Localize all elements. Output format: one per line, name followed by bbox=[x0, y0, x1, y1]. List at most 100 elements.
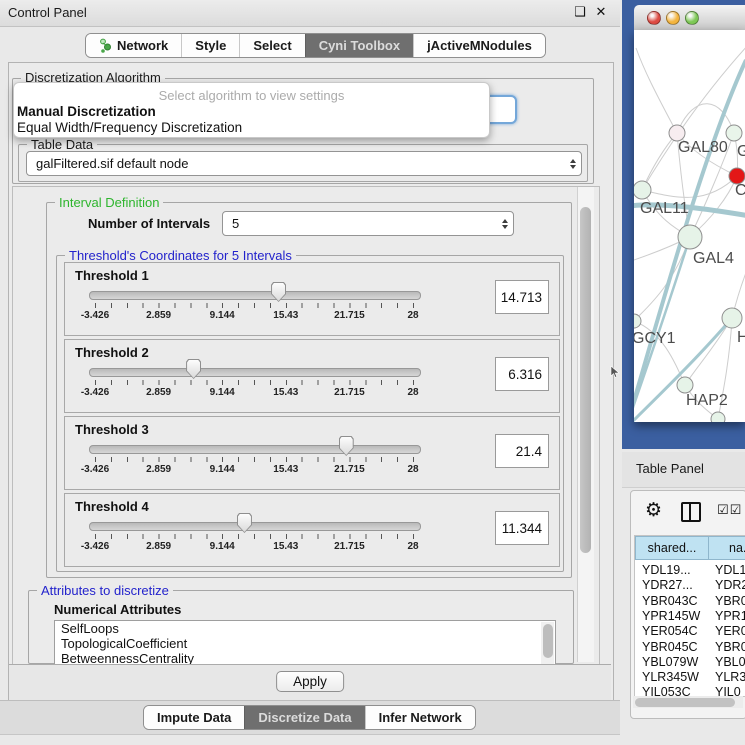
table-row[interactable]: YBL079WYBL0 bbox=[635, 655, 745, 670]
threshold-panel: Threshold 1-3.4262.8599.14415.4321.71528… bbox=[64, 262, 560, 336]
algorithm-dropdown-popup: Select algorithm to view settings Manual… bbox=[13, 82, 490, 138]
tick-label: 9.144 bbox=[210, 387, 235, 398]
threshold-value-field[interactable]: 11.344 bbox=[495, 511, 549, 545]
table-row[interactable]: YBR045CYBR0 bbox=[635, 640, 745, 655]
tick-label: -3.426 bbox=[81, 464, 109, 475]
apply-bar: Apply bbox=[9, 664, 611, 700]
table-row[interactable]: YBR043CYBR0 bbox=[635, 594, 745, 609]
attribute-list-item[interactable]: TopologicalCoefficient bbox=[55, 636, 555, 651]
tab-label: Cyni Toolbox bbox=[319, 38, 400, 53]
network-node[interactable] bbox=[677, 377, 693, 393]
threshold-panel: Threshold 4-3.4262.8599.14415.4321.71528… bbox=[64, 493, 560, 567]
table-row[interactable]: YDR27...YDR2 bbox=[635, 578, 745, 593]
network-node-label: GCY1 bbox=[634, 330, 676, 347]
settings-vertical-scrollbar[interactable] bbox=[577, 187, 594, 662]
numerical-attributes-label: Numerical Attributes bbox=[54, 602, 181, 617]
network-edge bbox=[642, 176, 737, 197]
network-node-label: C bbox=[735, 182, 745, 199]
bottom-tab-discretize-data[interactable]: Discretize Data bbox=[244, 706, 364, 729]
slider-track[interactable] bbox=[89, 445, 421, 454]
column-header-shared-name[interactable]: shared... bbox=[635, 536, 709, 560]
threshold-panel: Threshold 3-3.4262.8599.14415.4321.71528… bbox=[64, 416, 560, 490]
tick-label: -3.426 bbox=[81, 310, 109, 321]
float-window-icon[interactable]: ❑ bbox=[572, 4, 588, 20]
network-node-label: GA bbox=[737, 143, 745, 160]
bottom-bar: Impute DataDiscretize DataInfer Network bbox=[0, 700, 620, 745]
tab-jactivemnodules[interactable]: jActiveMNodules bbox=[413, 34, 545, 57]
table-row[interactable]: YDL19...YDL1 bbox=[635, 563, 745, 578]
bottom-tab-infer-network[interactable]: Infer Network bbox=[365, 706, 475, 729]
tick-label: 9.144 bbox=[210, 464, 235, 475]
table-row[interactable]: YPR145WYPR1 bbox=[635, 609, 745, 624]
zoom-traffic-light-icon[interactable] bbox=[685, 11, 699, 25]
tick-label: -3.426 bbox=[81, 541, 109, 552]
table-horizontal-scrollbar[interactable] bbox=[633, 696, 743, 708]
cell-name: YER0 bbox=[715, 624, 745, 638]
network-node[interactable] bbox=[722, 308, 742, 328]
columns-icon[interactable] bbox=[681, 502, 701, 522]
column-header-name[interactable]: na... bbox=[708, 536, 745, 560]
threshold-label: Threshold 4 bbox=[75, 499, 149, 514]
interval-definition-title: Interval Definition bbox=[55, 195, 163, 210]
threshold-value-field[interactable]: 21.4 bbox=[495, 434, 549, 468]
attributes-list-scrollbar[interactable] bbox=[541, 622, 554, 664]
cell-name: YDL1 bbox=[715, 563, 745, 577]
node-table[interactable]: shared...na...YDL19...YDL1YDR27...YDR2YB… bbox=[634, 535, 745, 697]
slider-track[interactable] bbox=[89, 368, 421, 377]
close-traffic-light-icon[interactable] bbox=[647, 11, 661, 25]
slider-track[interactable] bbox=[89, 291, 421, 300]
network-view[interactable]: GAL80GACGAL11GAL4GCY1HHAP2 bbox=[634, 30, 745, 422]
tick-label: 15.43 bbox=[273, 464, 298, 475]
table-panel-title: Table Panel bbox=[636, 461, 704, 476]
tick-label: 21.715 bbox=[334, 310, 365, 321]
number-of-intervals-combobox[interactable]: 5 bbox=[222, 211, 514, 236]
gear-icon[interactable]: ⚙ bbox=[645, 499, 662, 522]
network-edge bbox=[636, 48, 677, 133]
tick-label: 28 bbox=[407, 541, 418, 552]
tab-select[interactable]: Select bbox=[239, 34, 304, 57]
network-window-titlebar[interactable] bbox=[634, 5, 745, 31]
select-columns-checkbox-icon[interactable]: ☑☑ bbox=[717, 502, 742, 518]
network-node[interactable] bbox=[634, 314, 641, 328]
mouse-cursor bbox=[610, 366, 620, 378]
cell-shared-name: YBR043C bbox=[642, 594, 698, 608]
network-node[interactable] bbox=[678, 225, 702, 249]
tick-label: 21.715 bbox=[334, 541, 365, 552]
network-node[interactable] bbox=[726, 125, 742, 141]
network-graph: GAL80GACGAL11GAL4GCY1HHAP2 bbox=[634, 30, 745, 422]
threshold-value-field[interactable]: 6.316 bbox=[495, 357, 549, 391]
tick-label: 2.859 bbox=[146, 464, 171, 475]
table-panel-titlebar: Table Panel bbox=[622, 452, 745, 488]
cell-shared-name: YBL079W bbox=[642, 655, 698, 669]
scrollbar-thumb[interactable] bbox=[580, 207, 591, 553]
tab-network[interactable]: Network bbox=[86, 34, 181, 57]
slider-track[interactable] bbox=[89, 522, 421, 531]
cell-shared-name: YDR27... bbox=[642, 578, 693, 592]
network-node[interactable] bbox=[634, 181, 651, 199]
tick-label: 2.859 bbox=[146, 310, 171, 321]
table-row[interactable]: YLR345WYLR3 bbox=[635, 670, 745, 685]
table-data-combobox[interactable]: galFiltered.sif default node bbox=[26, 151, 582, 176]
algorithm-option[interactable]: Equal Width/Frequency Discretization bbox=[17, 120, 486, 136]
table-row[interactable]: YER054CYER0 bbox=[635, 624, 745, 639]
threshold-value-field[interactable]: 14.713 bbox=[495, 280, 549, 314]
tick-label: 15.43 bbox=[273, 310, 298, 321]
apply-button[interactable]: Apply bbox=[276, 671, 344, 692]
attribute-list-item[interactable]: SelfLoops bbox=[55, 621, 555, 636]
number-of-intervals-label: Number of Intervals bbox=[88, 216, 210, 231]
network-icon bbox=[99, 38, 112, 53]
tick-label: 21.715 bbox=[334, 387, 365, 398]
tab-cyni-toolbox[interactable]: Cyni Toolbox bbox=[305, 34, 413, 57]
tick-label: 9.144 bbox=[210, 310, 235, 321]
cell-shared-name: YPR145W bbox=[642, 609, 700, 623]
close-icon[interactable]: ✕ bbox=[593, 4, 609, 20]
algorithm-option[interactable]: Manual Discretization bbox=[17, 104, 486, 120]
network-node-label: GAL80 bbox=[678, 139, 728, 156]
numerical-attributes-list[interactable]: SelfLoopsTopologicalCoefficientBetweenne… bbox=[54, 620, 556, 666]
cell-name: YLR3 bbox=[715, 670, 745, 684]
minimize-traffic-light-icon[interactable] bbox=[666, 11, 680, 25]
tab-style[interactable]: Style bbox=[181, 34, 239, 57]
network-node[interactable] bbox=[711, 412, 725, 422]
scrollbar-thumb[interactable] bbox=[635, 698, 735, 707]
bottom-tab-impute-data[interactable]: Impute Data bbox=[144, 706, 244, 729]
